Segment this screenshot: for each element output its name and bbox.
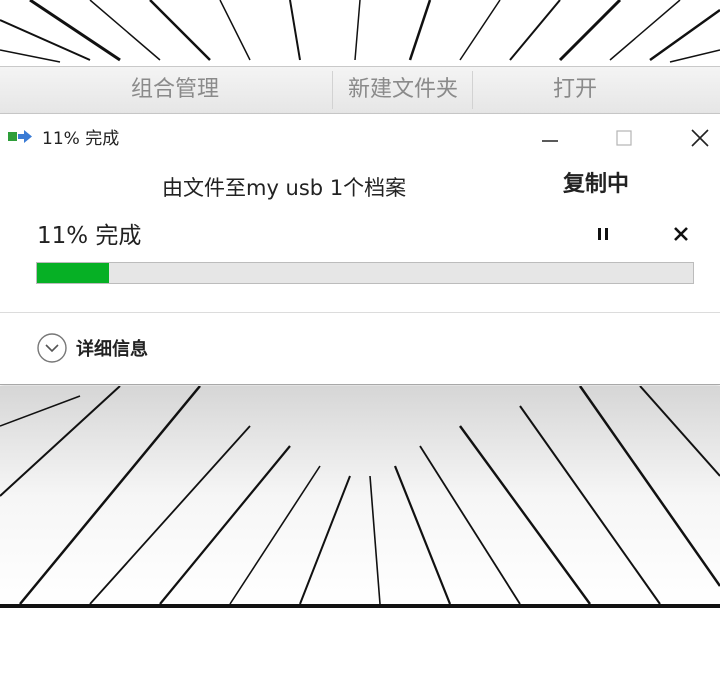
speedline-floor <box>0 386 720 608</box>
floor-edge-line <box>0 604 720 608</box>
chevron-down-circle-icon <box>37 333 67 363</box>
copy-transfer-icon <box>8 130 32 143</box>
copy-progress-dialog: 11% 完成 由文件至my usb 1个档案 复制中 11% 完成 详细信息 <box>0 114 720 385</box>
close-button[interactable] <box>678 118 720 158</box>
copy-source-text: 由文件至my usb 1个档案 <box>162 176 407 200</box>
more-details-label: 详细信息 <box>76 339 148 360</box>
progress-bar <box>36 262 694 284</box>
progress-percent-text: 11% 完成 <box>37 223 142 249</box>
new-folder-button[interactable]: 新建文件夹 <box>338 67 468 113</box>
maximize-button[interactable] <box>602 118 646 158</box>
ribbon-separator <box>472 71 473 109</box>
more-details-toggle[interactable]: 详细信息 <box>36 332 148 364</box>
cancel-icon <box>674 227 688 241</box>
minimize-icon <box>542 140 558 142</box>
open-button[interactable]: 打开 <box>530 67 620 113</box>
minimize-button[interactable] <box>528 118 572 158</box>
close-icon <box>691 129 709 147</box>
cancel-button[interactable] <box>667 220 695 248</box>
pause-button[interactable] <box>589 220 617 248</box>
copy-status-label: 复制中 <box>563 172 630 197</box>
progress-bar-fill <box>37 263 110 283</box>
pause-icon <box>598 228 608 240</box>
maximize-icon <box>616 130 632 146</box>
organize-button[interactable]: 组合管理 <box>110 67 240 113</box>
divider <box>0 312 720 313</box>
window-title: 11% 完成 <box>42 129 120 149</box>
explorer-ribbon: 组合管理 新建文件夹 打开 <box>0 66 720 114</box>
ribbon-separator <box>332 71 333 109</box>
